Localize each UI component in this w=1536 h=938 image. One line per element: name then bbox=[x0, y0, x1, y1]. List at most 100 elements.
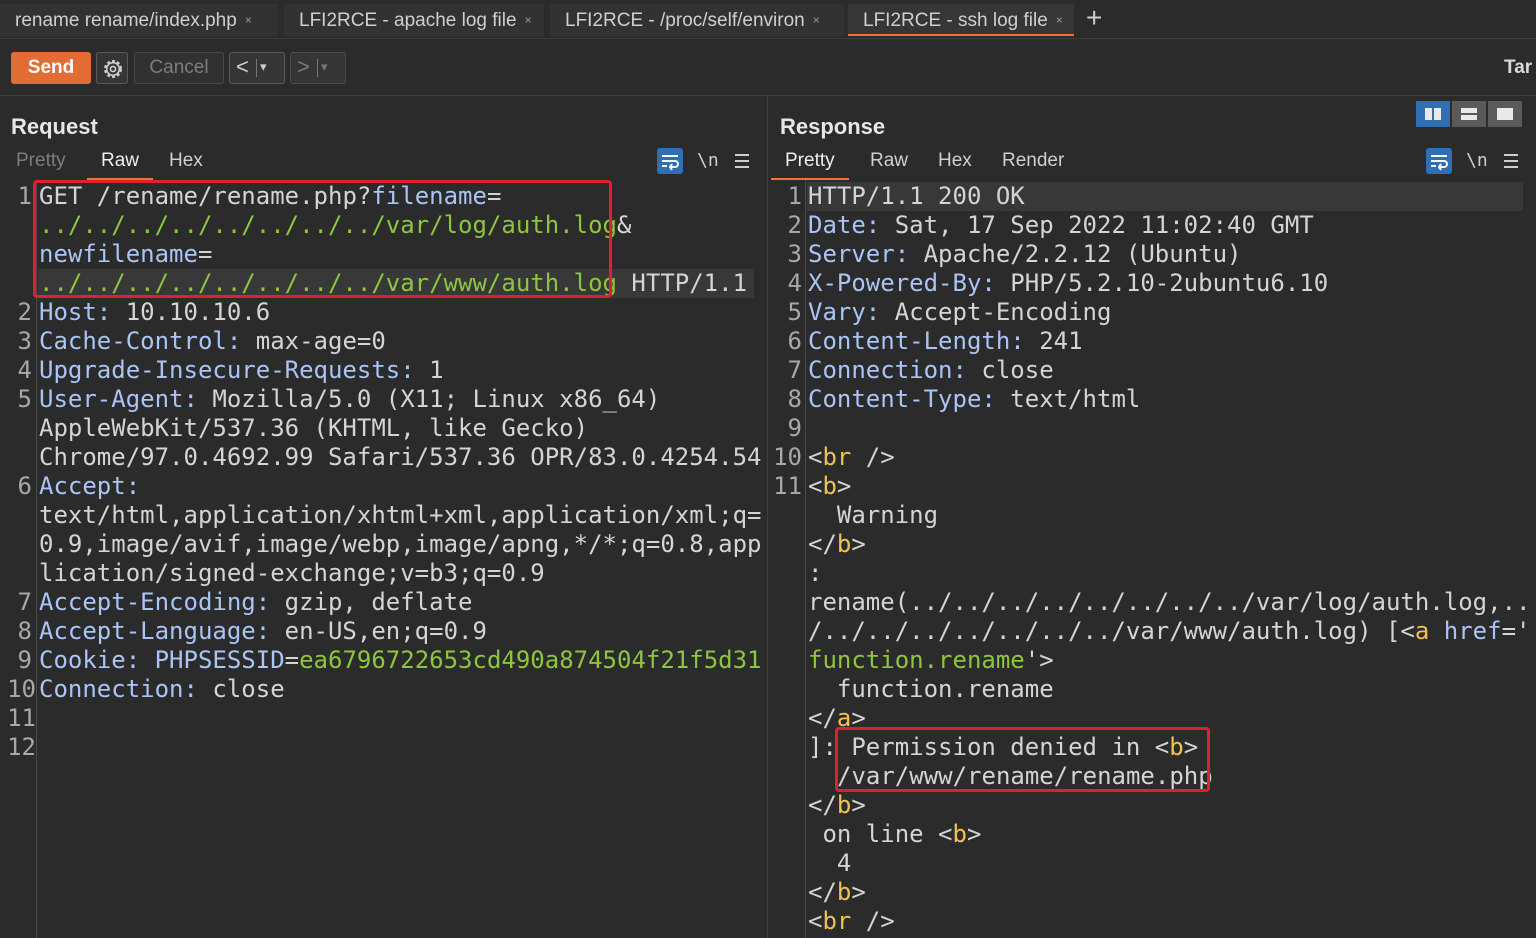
close-icon[interactable]: × bbox=[525, 13, 532, 27]
tab-ssh-log[interactable]: LFI2RCE - ssh log file × bbox=[848, 4, 1074, 36]
tab-raw[interactable]: Raw bbox=[86, 150, 154, 180]
line-number: 3 bbox=[17, 327, 32, 355]
line-number: 11 bbox=[7, 704, 36, 732]
close-icon[interactable]: × bbox=[245, 13, 252, 27]
code-line: function.rename bbox=[808, 675, 1054, 703]
menu-button[interactable] bbox=[733, 148, 759, 174]
line-number: 8 bbox=[17, 617, 32, 645]
code-line: AppleWebKit/537.36 (KHTML, like Gecko) bbox=[39, 414, 589, 442]
code-line: Content-Type: text/html bbox=[808, 385, 1141, 413]
close-icon[interactable]: × bbox=[1056, 13, 1063, 27]
tab-hex[interactable]: Hex bbox=[169, 150, 203, 172]
new-tab-icon[interactable]: + bbox=[1086, 2, 1102, 34]
tab-label: LFI2RCE - /proc/self/environ bbox=[565, 10, 805, 31]
code-line: <b> bbox=[808, 472, 852, 500]
tab-rename-index[interactable]: rename rename/index.php × bbox=[0, 4, 278, 36]
divider bbox=[256, 59, 257, 77]
layout-stacked-button[interactable] bbox=[1452, 101, 1486, 127]
target-label[interactable]: Tar bbox=[1504, 57, 1532, 79]
line-number: 6 bbox=[787, 327, 802, 355]
layout-side-by-side-button[interactable] bbox=[1416, 101, 1450, 127]
code-line: Accept-Language: en-US,en;q=0.9 bbox=[39, 617, 487, 645]
line-number: 7 bbox=[17, 588, 32, 616]
tab-hex[interactable]: Hex bbox=[938, 150, 972, 172]
layout-single-button[interactable] bbox=[1488, 101, 1522, 127]
cancel-button[interactable]: Cancel bbox=[134, 52, 224, 84]
tab-bar: rename rename/index.php × LFI2RCE - apach… bbox=[0, 0, 1536, 39]
line-number: 9 bbox=[17, 646, 32, 674]
chevron-down-icon[interactable]: ▾ bbox=[321, 53, 328, 81]
columns-icon bbox=[1434, 108, 1441, 120]
wrap-icon bbox=[1431, 155, 1448, 171]
forward-arrow-icon[interactable]: > bbox=[297, 53, 310, 81]
newline-toggle-button[interactable]: \n bbox=[1466, 148, 1492, 174]
settings-button[interactable] bbox=[96, 52, 128, 84]
tab-pretty[interactable]: Pretty bbox=[16, 150, 66, 172]
line-number: 9 bbox=[787, 414, 802, 442]
line-number: 1 bbox=[787, 182, 802, 210]
line-number: 11 bbox=[773, 472, 802, 500]
code-line: </b> bbox=[808, 530, 866, 558]
code-line: HTTP/1.1 200 OK bbox=[808, 182, 1025, 210]
line-number: 3 bbox=[787, 240, 802, 268]
tab-render[interactable]: Render bbox=[1002, 150, 1064, 172]
line-number: 6 bbox=[17, 472, 32, 500]
close-icon[interactable]: × bbox=[813, 13, 820, 27]
line-number: 2 bbox=[17, 298, 32, 326]
code-line: Accept-Encoding: gzip, deflate bbox=[39, 588, 473, 616]
line-number: 10 bbox=[7, 675, 36, 703]
tab-proc-environ[interactable]: LFI2RCE - /proc/self/environ × bbox=[550, 4, 844, 36]
back-button[interactable]: < ▾ bbox=[229, 52, 285, 84]
code-line: Accept: bbox=[39, 472, 141, 500]
send-button[interactable]: Send bbox=[11, 52, 91, 84]
code-line: Vary: Accept-Encoding bbox=[808, 298, 1112, 326]
code-line: Host: 10.10.10.6 bbox=[39, 298, 271, 326]
wrap-icon bbox=[662, 155, 679, 171]
menu-button[interactable] bbox=[1502, 148, 1528, 174]
wrap-toggle-button[interactable] bbox=[1426, 148, 1452, 174]
code-line: Server: Apache/2.2.12 (Ubuntu) bbox=[808, 240, 1242, 268]
line-number: 1 bbox=[17, 182, 32, 210]
line-number: 5 bbox=[787, 298, 802, 326]
tab-label: LFI2RCE - apache log file bbox=[299, 10, 517, 31]
response-tabs: Pretty Raw Hex Render bbox=[768, 150, 1536, 180]
line-number: 4 bbox=[17, 356, 32, 384]
code-line: <br /> bbox=[808, 443, 895, 471]
code-line: Warning bbox=[808, 501, 939, 529]
code-line: : bbox=[808, 559, 823, 587]
menu-icon bbox=[1504, 154, 1518, 168]
tab-apache-log[interactable]: LFI2RCE - apache log file × bbox=[284, 4, 544, 36]
panel-divider[interactable] bbox=[767, 96, 768, 938]
line-number: 12 bbox=[7, 733, 36, 761]
code-line: User-Agent: Mozilla/5.0 (X11; Linux x86_… bbox=[39, 385, 661, 413]
forward-button[interactable]: > ▾ bbox=[290, 52, 346, 84]
code-line: </b> bbox=[808, 791, 866, 819]
line-number: 4 bbox=[787, 269, 802, 297]
highlight-box bbox=[33, 180, 612, 298]
code-line: Connection: close bbox=[39, 675, 285, 703]
response-gutter bbox=[805, 180, 806, 938]
code-line: Cache-Control: max-age=0 bbox=[39, 327, 386, 355]
code-line: lication/signed-exchange;v=b3;q=0.9 bbox=[39, 559, 545, 587]
code-line: on line <b> bbox=[808, 820, 982, 848]
code-line: Chrome/97.0.4692.99 Safari/537.36 OPR/83… bbox=[39, 443, 762, 471]
tab-pretty[interactable]: Pretty bbox=[771, 150, 849, 180]
line-number: 5 bbox=[17, 385, 32, 413]
line-number: 10 bbox=[773, 443, 802, 471]
chevron-down-icon[interactable]: ▾ bbox=[260, 53, 267, 81]
menu-icon bbox=[735, 154, 749, 168]
divider bbox=[317, 59, 318, 77]
line-number: 7 bbox=[787, 356, 802, 384]
code-line: Upgrade-Insecure-Requests: 1 bbox=[39, 356, 444, 384]
rows-icon bbox=[1461, 108, 1477, 113]
wrap-toggle-button[interactable] bbox=[657, 148, 683, 174]
newline-toggle-button[interactable]: \n bbox=[697, 148, 723, 174]
toolbar: Send Cancel < ▾ > ▾ Tar bbox=[0, 39, 1536, 96]
tab-label: LFI2RCE - ssh log file bbox=[863, 10, 1048, 31]
tab-raw[interactable]: Raw bbox=[870, 150, 908, 172]
single-pane-icon bbox=[1497, 108, 1513, 120]
code-line: 0.9,image/avif,image/webp,image/apng,*/*… bbox=[39, 530, 762, 558]
back-arrow-icon[interactable]: < bbox=[236, 53, 249, 81]
line-number: 8 bbox=[787, 385, 802, 413]
code-line: text/html,application/xhtml+xml,applicat… bbox=[39, 501, 762, 529]
